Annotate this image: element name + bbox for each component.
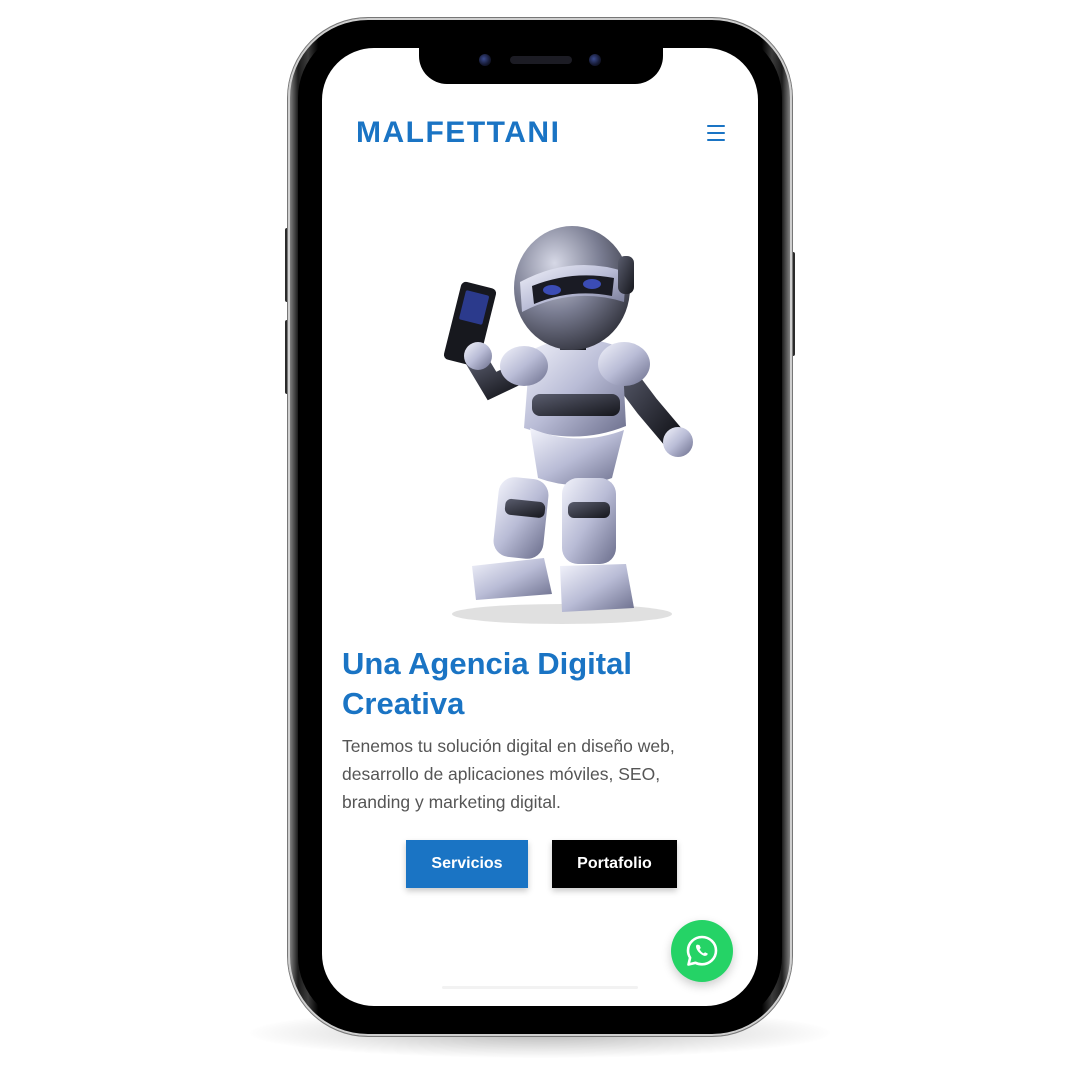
portfolio-button[interactable]: Portafolio <box>552 840 677 888</box>
whatsapp-icon <box>686 935 718 966</box>
site-logo[interactable]: MALFETTANI <box>356 116 560 150</box>
phone-notch <box>419 30 663 84</box>
robot-illustration <box>443 226 693 624</box>
hero-description: Tenemos tu solución digital en diseño we… <box>342 736 675 812</box>
phone-screen: MALFETTANI Una Agencia Digital Creativa … <box>322 48 758 1006</box>
hero-title: Una Agencia Digital Creativa <box>342 646 632 721</box>
front-camera-icon <box>479 54 491 66</box>
hamburger-menu-icon[interactable] <box>707 125 725 143</box>
whatsapp-button[interactable] <box>671 920 733 982</box>
services-button[interactable]: Servicios <box>406 840 528 888</box>
earpiece-speaker <box>510 56 572 64</box>
sensor-icon <box>589 54 601 66</box>
home-indicator <box>442 986 638 989</box>
